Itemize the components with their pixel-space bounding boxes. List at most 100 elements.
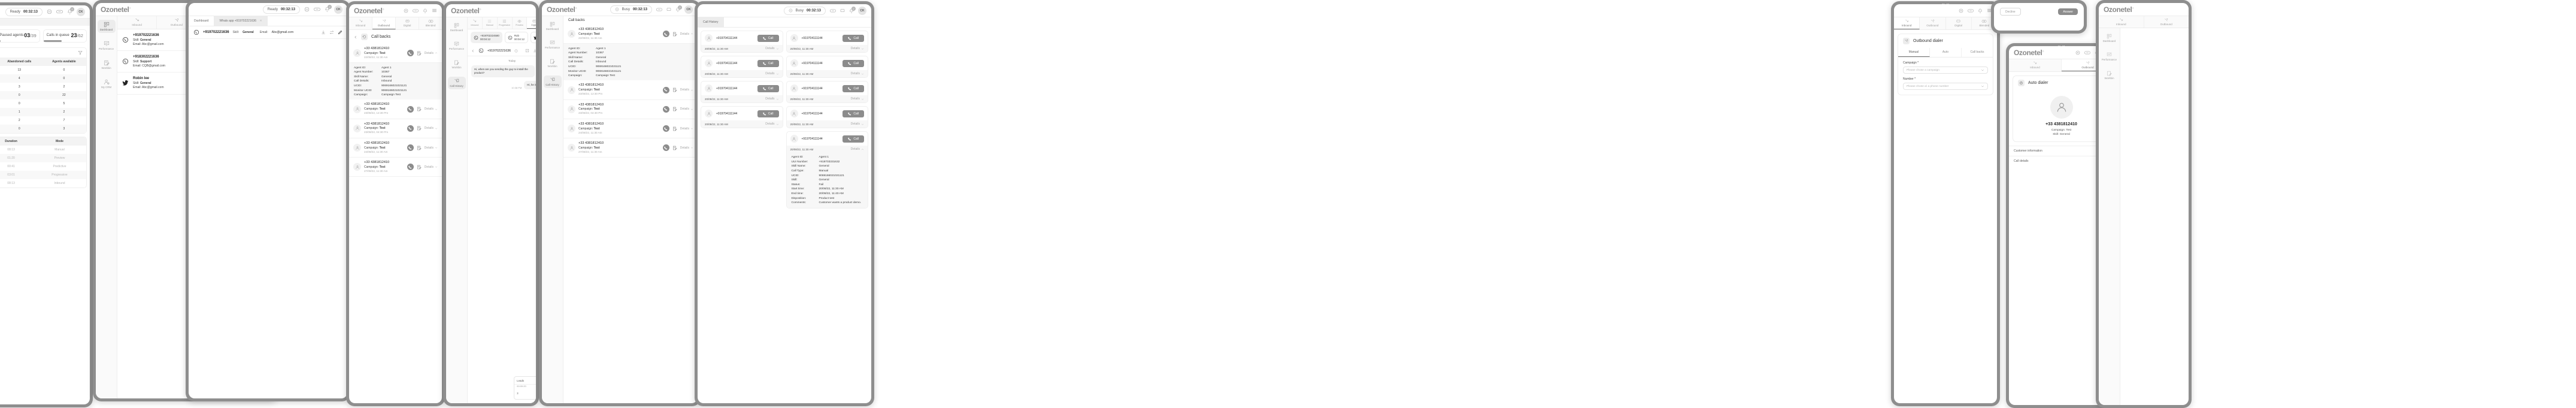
notifications-icon[interactable]: 2 — [675, 5, 682, 12]
details-toggle[interactable]: Details — [851, 72, 864, 75]
tab-digital[interactable]: Digital — [527, 17, 536, 29]
details-toggle[interactable]: Details — [425, 165, 438, 169]
details-toggle[interactable]: Details — [425, 146, 438, 150]
pause-icon[interactable] — [789, 8, 793, 13]
notes-icon[interactable] — [672, 32, 677, 37]
call-button[interactable]: Call — [842, 110, 864, 117]
pause-icon[interactable] — [1959, 8, 1963, 13]
callback-row[interactable]: +33 4381812410 Campaign: Test 23/08/22, 12… — [563, 80, 698, 100]
avatar[interactable]: CK — [334, 5, 343, 14]
call-button[interactable]: Call — [842, 135, 864, 143]
download-icon[interactable] — [321, 30, 326, 35]
call-history-card[interactable]: +919704111144 Call 20/08/22, 11:30 AM Detai… — [701, 81, 783, 103]
tab-inbound[interactable]: Inbound — [349, 17, 372, 29]
sidebar-item-performance[interactable]: Performance — [98, 39, 116, 52]
details-toggle[interactable]: Details — [851, 122, 864, 126]
tab-outbound[interactable]: Outbound — [1920, 17, 1946, 29]
tab-inbound[interactable]: Inbound — [468, 17, 483, 29]
tab-whatsapp-conversation[interactable]: Whats app +919702221636 ✕ — [214, 16, 268, 26]
call-button[interactable]: Call — [842, 59, 864, 67]
callback-row[interactable]: +33 4381812410 Campaign: Test 23/08/22, 04… — [349, 119, 442, 138]
edit-icon[interactable] — [338, 30, 343, 35]
tab-inbound[interactable]: Inbound — [2099, 16, 2144, 28]
tab-progressive[interactable]: Progressive — [498, 17, 513, 29]
avatar[interactable]: CK — [858, 6, 866, 15]
notifications-icon[interactable] — [1978, 8, 1983, 13]
details-toggle[interactable]: Details — [680, 107, 693, 111]
sidebar-item-my-crm[interactable]: My CRM — [98, 77, 116, 90]
call-button[interactable] — [407, 125, 414, 132]
campaign-select[interactable]: Please chose a campaign — [1903, 67, 1988, 74]
details-toggle[interactable]: Details — [851, 47, 864, 50]
agent-status-pill[interactable]: Busy 00:32:13 — [783, 6, 826, 15]
notes-icon[interactable] — [672, 126, 677, 131]
mode-auto[interactable]: Auto — [1930, 48, 1962, 57]
notes-icon[interactable] — [417, 126, 422, 131]
ongoing-conversation-chip[interactable]: +919702224580 00:04:12 — [471, 32, 502, 44]
call-button[interactable]: Call — [757, 110, 779, 117]
notes-icon[interactable] — [672, 87, 677, 92]
notifications-icon[interactable]: 2 — [849, 6, 856, 13]
details-toggle[interactable]: Details — [765, 72, 778, 75]
pause-icon[interactable] — [404, 8, 408, 13]
call-history-card[interactable]: +919704111144 Call 20/08/22, 11:30 AM Detai… — [701, 31, 783, 53]
number-select[interactable]: Please chose a/ a phone number — [1903, 83, 1988, 90]
sidebar-item-dashboard[interactable]: Dashboard — [448, 21, 466, 34]
tab-preview[interactable]: Preview — [513, 17, 528, 29]
notes-icon[interactable] — [672, 146, 677, 150]
sidebar-item-workbin[interactable]: Workbin — [544, 57, 562, 69]
sidebar-item-dashboard[interactable]: Dashboard — [97, 20, 116, 33]
sidebar-item-dashboard[interactable]: Dashboard — [544, 20, 562, 32]
sidebar-item-dashboard[interactable]: Dashboard — [2101, 32, 2119, 44]
details-toggle[interactable]: Details — [680, 127, 693, 131]
notes-icon[interactable] — [417, 107, 422, 111]
call-history-card[interactable]: +919704111144 Call 20/08/22, 11:30 AM Detai… — [786, 31, 868, 53]
agent-status-pill[interactable]: Busy 00:32:13 — [610, 5, 652, 14]
mode-call-backs[interactable]: Call backs — [1962, 48, 1993, 57]
callback-row[interactable]: +33 4381812410 Campaign: Test 22/08/22, 11… — [349, 44, 442, 64]
link-icon[interactable] — [656, 7, 662, 12]
tab-inbound[interactable]: Inbound — [1894, 17, 1920, 29]
details-toggle[interactable]: Details — [680, 88, 693, 92]
sidebar-item-performance[interactable]: Performance — [544, 38, 562, 51]
avatar[interactable]: CK — [684, 5, 693, 14]
sidebar-item-workbin[interactable]: Workbin — [2101, 69, 2119, 81]
call-history-card-expanded[interactable]: +919704111144 Call 20/08/22, 11:30 AM Detai… — [786, 131, 868, 208]
stat-card[interactable]: Calls in queue 23/62 — [43, 29, 87, 43]
agent-status-pill[interactable]: Ready 00:32:13 — [5, 7, 43, 16]
pause-icon[interactable] — [304, 7, 310, 12]
call-history-card[interactable]: +919704111144 Call 20/08/22, 11:30 AM Detai… — [786, 106, 868, 128]
notes-icon[interactable] — [417, 165, 422, 170]
sidebar-item-performance[interactable]: Performance — [2101, 50, 2119, 63]
details-toggle[interactable]: Details — [851, 147, 864, 151]
details-toggle[interactable]: Details — [680, 32, 693, 36]
notifications-icon[interactable] — [423, 8, 428, 13]
callback-row[interactable]: +33 4381812410 Campaign: Test 24/08/22, 11… — [349, 138, 442, 158]
sidebar-item-workbin[interactable]: Workbin — [98, 58, 116, 71]
tab-inbound[interactable]: Inbound — [117, 16, 157, 29]
call-button[interactable]: Call — [757, 59, 779, 67]
call-button[interactable]: Call — [842, 34, 864, 42]
tab-digital[interactable]: Digital — [396, 17, 419, 29]
call-button[interactable] — [662, 105, 669, 113]
call-button[interactable] — [662, 86, 669, 93]
details-toggle[interactable]: Details — [765, 47, 778, 50]
menu-icon[interactable] — [432, 8, 437, 13]
call-button[interactable]: Call — [842, 84, 864, 92]
pause-icon[interactable] — [615, 7, 619, 11]
callback-row[interactable]: +33 4381812410 Campaign: Test 22/08/22, 11… — [563, 25, 698, 44]
tab-outbound[interactable]: Outbound — [372, 17, 396, 29]
details-toggle[interactable]: Details — [851, 97, 864, 101]
close-icon[interactable]: ✕ — [259, 19, 262, 23]
pause-icon[interactable] — [47, 9, 52, 14]
sidebar-item-call-history[interactable]: Call History — [447, 77, 466, 89]
sidebar-item-call-history[interactable]: Call History — [543, 75, 562, 88]
pause-icon[interactable] — [2075, 50, 2080, 55]
call-history-card[interactable]: +919704111144 Call 20/08/22, 11:30 AM Detai… — [701, 56, 783, 78]
mode-manual[interactable]: Manual — [1898, 48, 1930, 57]
tab-dashboard[interactable]: Dashboard — [189, 16, 214, 26]
sidebar-item-performance[interactable]: Performance — [448, 40, 466, 52]
notes-icon[interactable] — [672, 107, 677, 111]
decline-button[interactable]: Decline — [2000, 8, 2021, 16]
callback-row[interactable]: +33 4381812410 Campaign: Test 23/08/22, 04… — [563, 100, 698, 119]
